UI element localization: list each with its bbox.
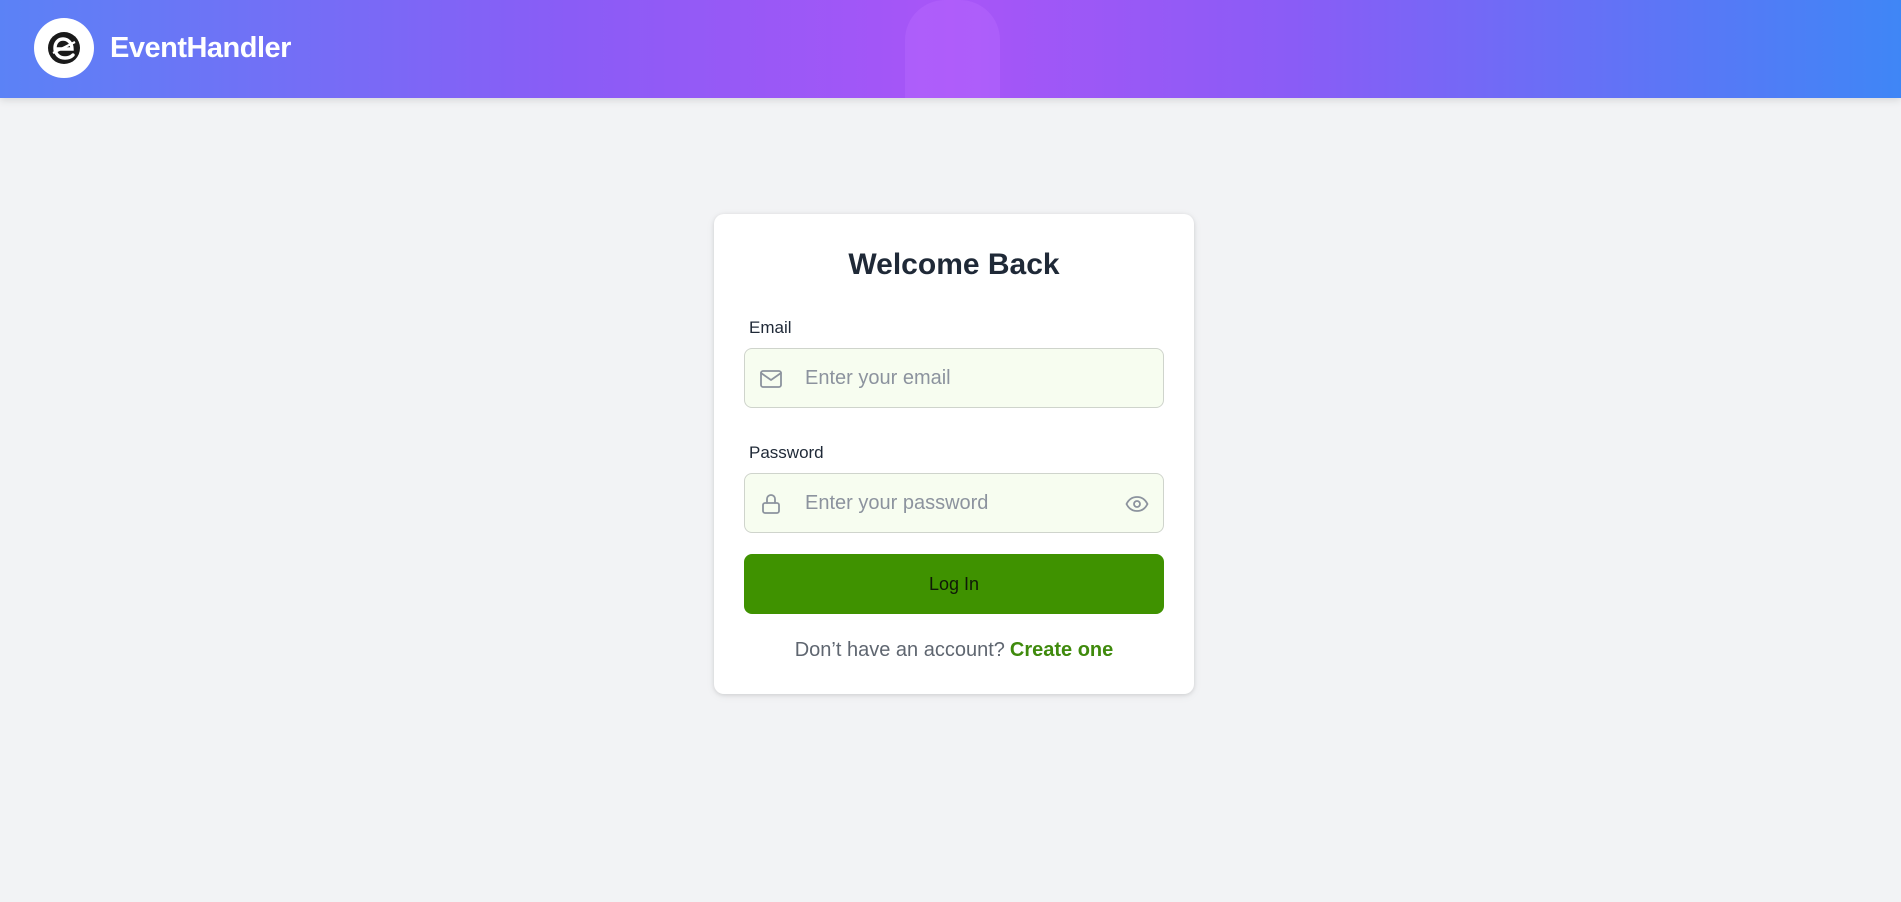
email-label: Email xyxy=(749,318,792,337)
password-field-wrapper xyxy=(744,473,1164,533)
login-button[interactable]: Log In xyxy=(744,554,1164,614)
signup-prompt-text: Don’t have an account? xyxy=(794,639,1005,661)
e-logo-icon xyxy=(34,18,94,78)
login-card: Welcome Back Email Password Log In xyxy=(714,214,1194,694)
top-navigation-bar: EventHandler xyxy=(0,0,1901,98)
brand-name: EventHandler xyxy=(110,31,291,64)
eye-icon[interactable] xyxy=(1125,492,1149,521)
password-label: Password xyxy=(749,443,824,462)
page-title: Welcome Back xyxy=(848,248,1060,281)
email-field[interactable] xyxy=(805,349,1105,407)
brand-home-link[interactable]: EventHandler xyxy=(34,18,291,78)
signup-prompt: Don’t have an account? Create one xyxy=(714,639,1194,662)
lock-icon xyxy=(759,492,783,521)
email-field-wrapper xyxy=(744,348,1164,408)
password-field[interactable] xyxy=(805,474,1105,532)
mail-icon xyxy=(759,367,783,396)
create-account-link[interactable]: Create one xyxy=(1010,639,1113,661)
header-glow xyxy=(905,0,1000,98)
